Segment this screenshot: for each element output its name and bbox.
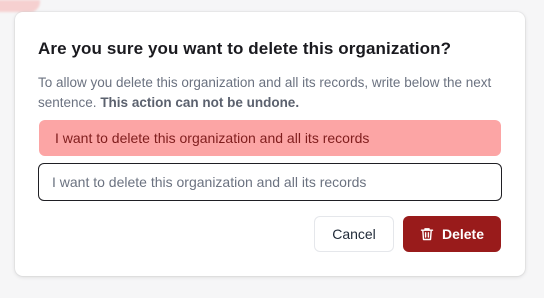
delete-button-label: Delete: [441, 226, 485, 242]
delete-organization-dialog: Are you sure you want to delete this org…: [15, 12, 525, 276]
dialog-actions: Cancel Delete: [314, 216, 501, 252]
background-decoration: [0, 0, 40, 12]
dialog-title: Are you sure you want to delete this org…: [38, 39, 452, 58]
delete-button[interactable]: Delete: [403, 216, 501, 252]
confirmation-input[interactable]: [38, 163, 502, 201]
confirmation-phrase: I want to delete this organization and a…: [39, 120, 501, 156]
dialog-description: To allow you delete this organization an…: [38, 73, 508, 113]
description-warning: This action can not be undone.: [100, 95, 300, 110]
cancel-button[interactable]: Cancel: [314, 216, 394, 252]
confirmation-phrase-text: I want to delete this organization and a…: [55, 130, 370, 146]
trash-icon: [420, 227, 434, 241]
